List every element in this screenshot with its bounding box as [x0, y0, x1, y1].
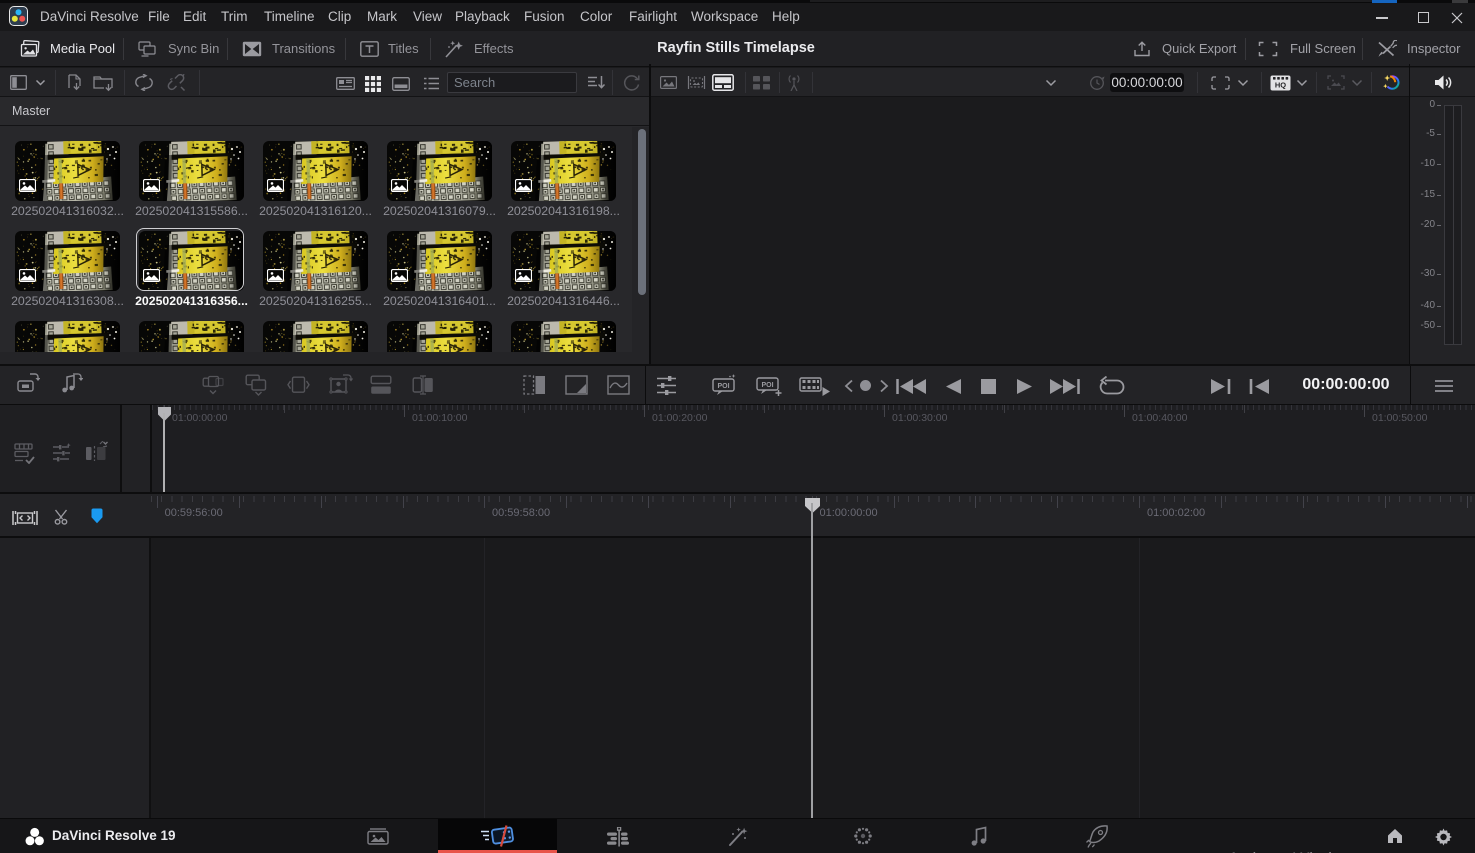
- svg-text:HQ: HQ: [1275, 81, 1286, 90]
- svg-text:POI: POI: [717, 383, 729, 390]
- svg-text:POI: POI: [761, 382, 773, 389]
